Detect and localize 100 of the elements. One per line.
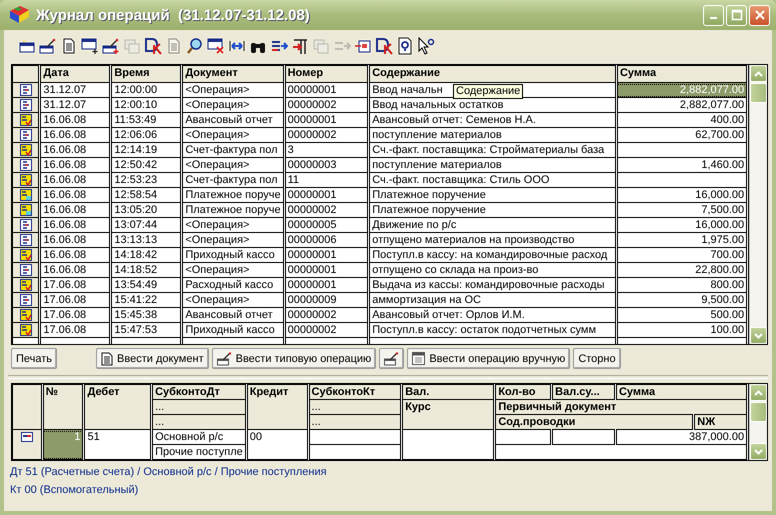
table-cell: <Операция> — [182, 128, 284, 142]
table-cell: 12:00:10 — [110, 98, 182, 112]
table-cell: 16.06.08 — [40, 262, 111, 278]
help-icon[interactable] — [396, 37, 414, 55]
action-button[interactable]: Сторно — [573, 348, 621, 369]
table-cell: Авансовый отчет — [182, 112, 284, 128]
minimize-button[interactable] — [703, 4, 724, 26]
column-header[interactable]: Документ — [182, 66, 284, 82]
column-header[interactable]: СубконтоДт — [152, 384, 246, 400]
table-cell: Сч.-факт. поставщика: Стиль ООО — [368, 172, 616, 188]
column-header[interactable]: Кол-во — [494, 384, 552, 400]
table-cell: 00000001 — [284, 248, 369, 262]
column-header[interactable]: Первичный документ — [494, 400, 748, 414]
column-header[interactable]: Курс — [402, 400, 495, 430]
column-header[interactable]: ... — [308, 414, 402, 430]
book-icon — [8, 5, 30, 25]
column-header[interactable]: ... — [152, 400, 246, 414]
table-cell: <Операция> — [182, 98, 284, 112]
column-header[interactable]: Вал. — [402, 384, 495, 400]
table-cell: 16.06.08 — [40, 218, 111, 232]
table-cell: 16.06.08 — [40, 188, 111, 202]
column-header[interactable]: Сод.проводки — [494, 414, 694, 430]
maximize-button[interactable] — [726, 4, 747, 26]
table-cell: 00000002 — [284, 308, 369, 322]
column-header[interactable]: ... — [308, 400, 402, 414]
tooltip: Содержание — [453, 84, 524, 99]
table-cell: Платежное поруче — [182, 188, 284, 202]
table-cell: Авансовый отчет: Семенов Н.А. — [368, 112, 616, 128]
ledger-icon[interactable] — [144, 37, 162, 55]
table-cell: 17.06.08 — [40, 308, 111, 322]
table-delete-icon[interactable] — [207, 37, 225, 55]
table-cell: 13:13:13 — [110, 232, 182, 248]
column-header[interactable]: NЖ — [694, 414, 748, 430]
close-button[interactable] — [749, 4, 770, 26]
wand-plus-icon[interactable] — [102, 37, 120, 55]
column-header[interactable]: Номер — [284, 66, 369, 82]
column-header[interactable]: СубконтоКт — [308, 384, 402, 400]
column-header[interactable]: Вал.су... — [552, 384, 616, 400]
column-header[interactable]: № — [42, 384, 84, 430]
action-button[interactable]: Печать — [11, 348, 58, 369]
scroll-thumb[interactable] — [750, 83, 767, 103]
column-header[interactable]: Дебет — [84, 384, 152, 430]
table-cell: поступление материалов — [368, 158, 616, 172]
table-cell: отпущено материалов на производство — [368, 232, 616, 248]
table-cell: Авансовый отчет — [182, 308, 284, 322]
table-cell: Сч.-факт. поставщика: Стройматериалы база — [368, 142, 616, 158]
column-header[interactable]: Сумма — [615, 384, 748, 400]
column-header[interactable]: Кредит — [246, 384, 308, 430]
table-plus-icon[interactable] — [81, 37, 99, 55]
action-button[interactable]: Ввести типовую операцию — [212, 348, 376, 369]
column-header[interactable]: Содержание — [368, 66, 616, 82]
table-cell: 13:05:20 — [110, 202, 182, 218]
table-cell: 51 — [84, 430, 152, 460]
action-button[interactable]: Ввести операцию вручную — [407, 348, 570, 369]
table-cell: Приходный кассо — [182, 248, 284, 262]
page-icon — [101, 352, 114, 366]
table-cell: 16.06.08 — [40, 172, 111, 188]
scrollbar[interactable] — [749, 384, 767, 460]
table-cell: 00000002 — [284, 98, 369, 112]
status-line: Дт 51 (Расчетные счета) / Основной р/с / Прочие поступления — [10, 465, 328, 480]
table-cell: <Операция> — [182, 262, 284, 278]
table-cell: 13:07:44 — [110, 218, 182, 232]
column-arrow-icon[interactable] — [291, 37, 309, 55]
scrollbar[interactable] — [749, 65, 767, 344]
column-header[interactable]: Время — [110, 66, 182, 82]
table-cell: 00000001 — [284, 82, 369, 98]
table-cell: 12:00:00 — [110, 82, 182, 98]
column-header[interactable]: ... — [152, 414, 246, 430]
table-cell: 15:45:38 — [110, 308, 182, 322]
table-cell: 00000002 — [284, 322, 369, 338]
column-header[interactable]: Дата — [40, 66, 111, 82]
table-cell: 16.06.08 — [40, 202, 111, 218]
pointer-help-icon[interactable] — [417, 37, 435, 55]
table-cell: 17.06.08 — [40, 292, 111, 308]
scroll-thumb[interactable] — [750, 402, 767, 422]
table-cell: 00000002 — [284, 202, 369, 218]
table-cell: 00000009 — [284, 292, 369, 308]
icon-button[interactable] — [379, 348, 404, 369]
table-cell: 00000006 — [284, 232, 369, 248]
table-cell: 00000003 — [284, 158, 369, 172]
maximize-icon — [730, 9, 742, 21]
column-header[interactable]: Сумма — [616, 66, 748, 82]
table-cell: 00000001 — [284, 188, 369, 202]
table-cell: 12:53:23 — [110, 172, 182, 188]
table-cell: 16.06.08 — [40, 248, 111, 262]
table-cell: 00000001 — [284, 262, 369, 278]
table-cell: 17.06.08 — [40, 322, 111, 338]
table-cell: 14:18:52 — [110, 262, 182, 278]
table-cell: <Операция> — [182, 232, 284, 248]
action-button[interactable]: Ввести документ — [96, 348, 209, 369]
table-cell: 16.06.08 — [40, 232, 111, 248]
search-icon[interactable] — [186, 37, 204, 55]
minimize-icon — [710, 17, 717, 19]
table-cell: 00000001 — [284, 278, 369, 292]
wand-icon[interactable] — [39, 37, 57, 55]
table-icon — [412, 352, 426, 365]
table-cell: 17.06.08 — [40, 278, 111, 292]
table-cell: поступление материалов — [368, 128, 616, 142]
table-cell: 12:06:06 — [110, 128, 182, 142]
ledger-icon[interactable] — [375, 37, 393, 55]
